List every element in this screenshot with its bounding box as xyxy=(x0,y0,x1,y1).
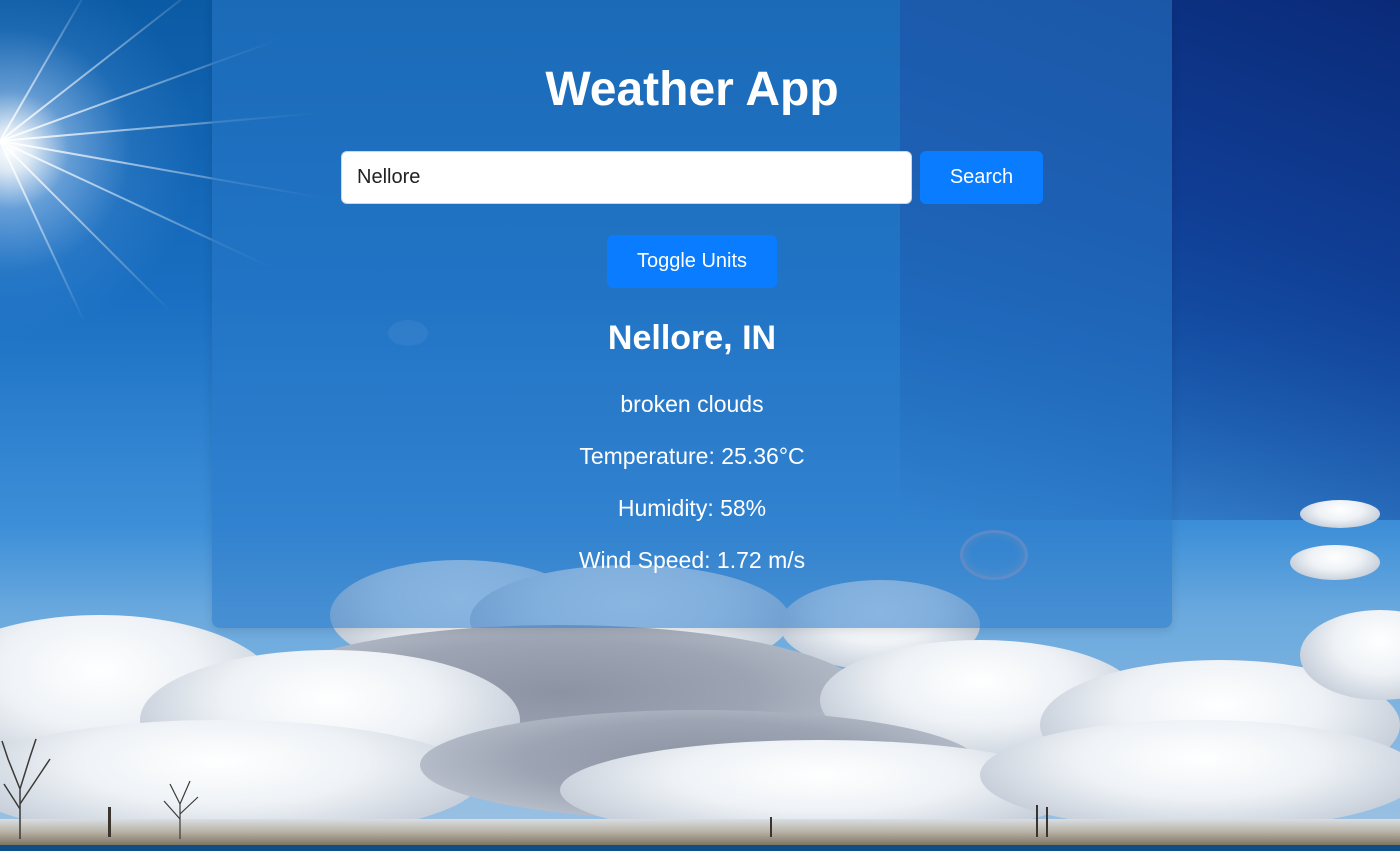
fence-post xyxy=(108,807,111,837)
city-search-input[interactable] xyxy=(341,151,912,204)
bottom-strip xyxy=(0,845,1400,851)
toggle-units-button[interactable]: Toggle Units xyxy=(607,235,777,288)
humidity-text: Humidity: 58% xyxy=(617,495,767,521)
search-bar: Search xyxy=(341,151,1043,205)
wind-speed-text: Wind Speed: 1.72 m/s xyxy=(578,547,806,573)
weather-card: Weather App Search Toggle Units Nellore,… xyxy=(212,0,1172,628)
search-button[interactable]: Search xyxy=(920,151,1043,204)
ground xyxy=(0,819,1400,845)
utility-pole xyxy=(1036,805,1038,837)
temperature-text: Temperature: 25.36°C xyxy=(579,443,805,469)
location-heading: Nellore, IN xyxy=(607,319,777,357)
app-title: Weather App xyxy=(545,63,839,116)
tree-icon xyxy=(1,738,51,839)
weather-description: broken clouds xyxy=(620,391,764,417)
utility-pole xyxy=(1046,807,1048,837)
cloud xyxy=(1300,500,1380,528)
tree-icon xyxy=(163,780,199,839)
cloud xyxy=(1290,545,1380,580)
fence-post xyxy=(770,817,772,837)
cloud xyxy=(980,720,1400,830)
